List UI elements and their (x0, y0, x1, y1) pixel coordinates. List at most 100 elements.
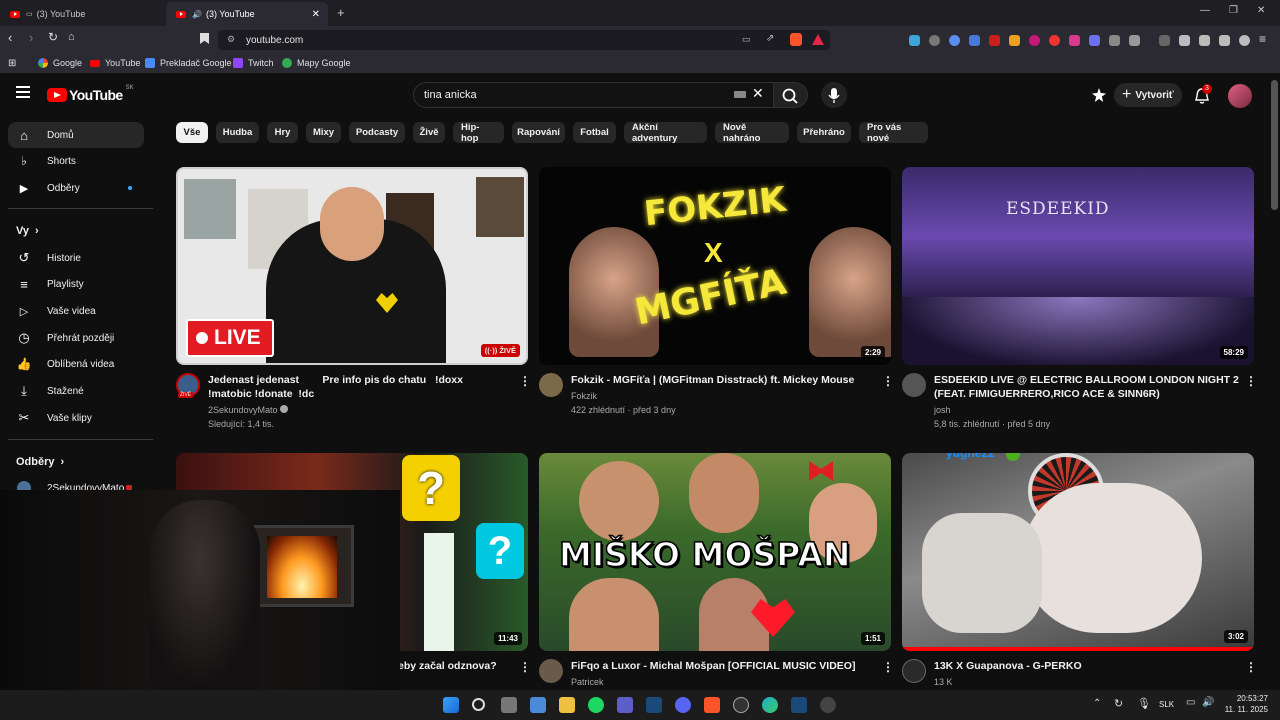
sidebar-item-watch-later[interactable]: ◷ Přehrát později (8, 325, 144, 351)
close-window-button[interactable]: ✕ (1257, 5, 1265, 16)
windows-start-icon[interactable] (443, 697, 459, 713)
channel-avatar[interactable] (902, 659, 926, 683)
sidebar-item-playlists[interactable]: ≡ Playlisty (8, 271, 144, 297)
tab-1[interactable]: ▭ (3) YouTube (0, 2, 166, 26)
bookmark-maps[interactable]: Mapy Google (282, 58, 351, 68)
voice-search-button[interactable] (821, 82, 847, 108)
chip[interactable]: Mixy (306, 122, 341, 143)
steam-icon[interactable] (646, 697, 662, 713)
chip-all[interactable]: Vše (176, 122, 208, 143)
extension-icon[interactable] (1049, 35, 1060, 46)
address-bar[interactable]: ⚙ youtube.com ▭ ⇗ (218, 30, 830, 50)
video-thumbnail[interactable]: LIVE ((·)) ŽIVĚ (176, 167, 528, 365)
apps-grid-icon[interactable]: ⊞ (8, 58, 16, 69)
store-icon[interactable] (530, 697, 546, 713)
puzzle-icon[interactable] (1109, 35, 1120, 46)
more-options-icon[interactable]: ⋮ (1245, 374, 1257, 388)
channel-avatar[interactable] (902, 373, 926, 397)
chip[interactable]: Hudba (216, 122, 259, 143)
extension-icon[interactable] (1129, 35, 1140, 46)
extension-icon[interactable] (989, 35, 1000, 46)
chip[interactable]: Podcasty (349, 122, 405, 143)
bookmark-twitch[interactable]: Twitch (233, 58, 274, 68)
brave-icon[interactable] (704, 697, 720, 713)
chip[interactable]: Přehráno (797, 122, 851, 143)
language-indicator[interactable]: SLK (1159, 700, 1174, 709)
subscriptions-heading[interactable]: Odběry › (16, 456, 64, 468)
notifications-button[interactable]: 3 (1194, 84, 1212, 105)
chip[interactable]: Akční adventury (624, 122, 707, 144)
create-button[interactable]: + Vytvoriť (1114, 83, 1182, 107)
task-view-icon[interactable] (501, 697, 517, 713)
video-thumbnail[interactable]: yughe22 3:02 (902, 453, 1254, 651)
network-icon[interactable]: ▭ (1186, 697, 1195, 708)
file-explorer-icon[interactable] (559, 697, 575, 713)
clock[interactable]: 20:53:27 11. 11. 2025 (1222, 693, 1268, 715)
video-thumbnail[interactable]: ESDEEKID 58:29 (902, 167, 1254, 365)
extension-icon[interactable] (969, 35, 980, 46)
search-icon[interactable] (472, 698, 485, 711)
more-options-icon[interactable]: ⋮ (882, 660, 894, 674)
wallet-icon[interactable] (1199, 35, 1210, 46)
microphone-icon[interactable]: 🎙 (1137, 697, 1151, 710)
close-tab-icon[interactable]: ✕ (312, 9, 320, 20)
spotify-icon[interactable] (588, 697, 604, 713)
extension-icon[interactable] (1089, 35, 1100, 46)
discord-icon[interactable] (675, 697, 691, 713)
account-avatar[interactable] (1228, 84, 1252, 108)
sidebar-item-shorts[interactable]: ♭ Shorts (8, 148, 144, 174)
video-thumbnail[interactable]: MIŠKO MOŠPAN 1:51 (539, 453, 891, 651)
edge-icon[interactable] (762, 697, 778, 713)
channel-name[interactable]: 2SekundovyMato (208, 403, 289, 417)
channel-name[interactable]: Patricek (571, 675, 604, 689)
site-info-icon[interactable]: ⚙ (227, 34, 235, 45)
channel-name[interactable]: josh (934, 403, 951, 417)
sidebar-item-clips[interactable]: ✂ Vaše klipy (8, 405, 144, 431)
chevron-up-icon[interactable]: ⌃ (1093, 698, 1101, 709)
chip[interactable]: Živě (413, 122, 445, 143)
video-title[interactable]: 13K X Guapanova - G-PERKO (934, 659, 1234, 673)
teams-icon[interactable] (617, 697, 633, 713)
video-title[interactable]: eby začal odznova? (398, 659, 497, 673)
brave-shields-icon[interactable] (790, 33, 802, 46)
share-icon[interactable]: ⇗ (766, 33, 774, 44)
clear-search-icon[interactable]: ✕ (752, 85, 764, 102)
more-options-icon[interactable]: ⋮ (1245, 660, 1257, 674)
chip[interactable]: Hip-hop (453, 122, 504, 144)
bookmark-google[interactable]: Google (38, 58, 82, 68)
back-icon[interactable]: ‹ (8, 30, 12, 45)
leo-ai-icon[interactable] (1219, 35, 1230, 46)
channel-name[interactable]: 13 K (934, 675, 953, 689)
music-icon[interactable] (1159, 35, 1170, 46)
you-section-heading[interactable]: Vy › (16, 225, 39, 237)
volume-icon[interactable]: 🔊 (1202, 697, 1214, 708)
keyboard-icon[interactable] (734, 91, 746, 98)
forward-icon[interactable]: › (29, 30, 33, 45)
chip[interactable]: Nově nahráno (715, 122, 789, 144)
chip[interactable]: Fotbal (573, 122, 616, 143)
sidebar-item-history[interactable]: ↺ Historie (8, 245, 144, 271)
sidebar-item-your-videos[interactable]: ▷ Vaše videa (8, 298, 144, 324)
brave-rewards-icon[interactable] (812, 34, 824, 45)
scrollbar-thumb[interactable] (1271, 80, 1278, 210)
vpn-icon[interactable] (1239, 35, 1250, 46)
extension-icon[interactable] (949, 35, 960, 46)
app-icon[interactable] (820, 697, 836, 713)
video-title[interactable]: Fokzik - MGFíťa | (MGFitman Disstrack) f… (571, 373, 871, 387)
sparkle-icon[interactable] (1092, 88, 1106, 102)
steam-icon[interactable] (791, 697, 807, 713)
extension-icon[interactable] (1069, 35, 1080, 46)
bookmark-icon[interactable] (200, 33, 209, 44)
menu-icon[interactable]: ≡ (1259, 32, 1266, 46)
sidebar-item-liked-videos[interactable]: 👍 Oblíbená videa (8, 351, 144, 377)
tab-2[interactable]: 🔊 (3) YouTube ✕ (166, 2, 328, 26)
search-button[interactable] (774, 82, 808, 108)
bookmark-translate[interactable]: Prekladač Google (145, 58, 232, 68)
cast-icon[interactable]: ▭ (742, 34, 751, 45)
youtube-logo[interactable]: YouTube SK (47, 85, 134, 103)
video-title[interactable]: FiFqo a Luxor - Michal Mošpan [OFFICIAL … (571, 659, 871, 673)
extension-icon[interactable] (1009, 35, 1020, 46)
channel-name[interactable]: Fokzik (571, 389, 597, 403)
sidebar-toggle-icon[interactable] (1179, 35, 1190, 46)
search-input[interactable]: tina anicka ✕ (413, 82, 774, 108)
